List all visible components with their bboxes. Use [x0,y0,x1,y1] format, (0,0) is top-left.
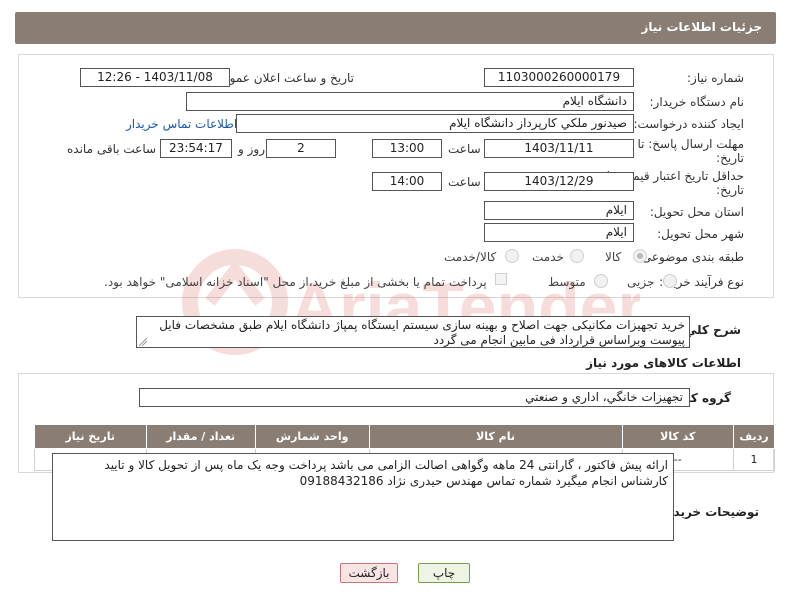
process-option-medium: متوسط [548,275,586,289]
treasury-payment-note: پرداخت تمام یا بخشی از مبلغ خرید،از محل … [104,275,487,289]
remaining-time-field: 23:54:17 [160,139,232,158]
buyer-contact-link[interactable]: اطلاعات تماس خریدار [126,117,237,131]
buyer-org-field: دانشگاه ایلام [186,92,634,111]
category-radio-service[interactable] [570,249,584,263]
buyer-notes-textarea[interactable]: ارائه پیش فاکتور ، گارانتی 24 ماهه وگواه… [52,453,674,541]
requester-label: ایجاد کننده درخواست: [633,117,744,131]
announce-label: تاریخ و ساعت اعلان عمومی: [209,71,354,85]
province-label: استان محل تحویل: [649,205,744,219]
category-radio-both[interactable] [505,249,519,263]
col-date: تاریخ نیاز [34,424,147,449]
process-option-minor: جزیی [627,275,655,289]
cell-row: 1 [733,448,775,471]
resize-grip-icon[interactable] [139,338,147,346]
category-option-both: کالا/خدمت [444,250,497,264]
deadline-label: مهلت ارسال پاسخ: تا [637,137,744,151]
description-text: خرید تجهیزات مکانیکی جهت اصلاح و بهینه س… [159,318,685,347]
col-row: ردیف [733,424,775,449]
category-label: طبقه بندی موضوعی: [637,250,744,264]
deadline-date-field: 1403/11/11 [484,139,634,158]
buyer-notes-text: ارائه پیش فاکتور ، گارانتی 24 ماهه وگواه… [104,458,668,488]
validity-time-label: ساعت [448,175,481,189]
days-remaining-field: 2 [266,139,336,158]
city-field: ایلام [484,223,634,242]
deadline-time-field: 13:00 [372,139,442,158]
requester-field: صیدنور ملکي کارپرداز دانشگاه ایلام [236,114,634,133]
announce-date-field: 1403/11/08 - 12:26 [80,68,230,87]
col-code: کد کالا [621,424,735,449]
col-qty: تعداد / مقدار [145,424,256,449]
validity-label-date: تاریخ: [716,183,744,197]
page-header: جزئیات اطلاعات نیاز [15,12,776,44]
deadline-time-label: ساعت [448,142,481,156]
days-label: روز و [238,142,265,156]
back-button[interactable]: بازگشت [340,563,398,583]
validity-time-field: 14:00 [372,172,442,191]
remaining-label: ساعت باقی مانده [67,142,157,156]
need-number-label: شماره نیاز: [687,71,744,85]
goods-section-title: اطلاعات کالاهای مورد نیاز [586,356,741,370]
goods-group-field: تجهیزات خانگي، اداري و صنعتي [139,388,690,407]
city-label: شهر محل تحویل: [657,227,744,241]
treasury-payment-checkbox[interactable] [495,273,507,285]
col-name: نام کالا [368,424,623,449]
process-radio-medium[interactable] [594,274,608,288]
category-radio-goods[interactable] [633,249,647,263]
deadline-label-date: تاریخ: [716,151,744,165]
need-number-field: 1103000260000179 [484,68,634,87]
province-field: ایلام [484,201,634,220]
validity-date-field: 1403/12/29 [484,172,634,191]
col-unit: واحد شمارش [254,424,370,449]
goods-table-header: ردیف کد کالا نام کالا واحد شمارش تعداد /… [34,424,775,449]
category-option-service: خدمت [532,250,564,264]
buyer-org-label: نام دستگاه خریدار: [649,95,745,109]
process-radio-minor[interactable] [663,274,677,288]
page-title: جزئیات اطلاعات نیاز [641,20,762,34]
description-textarea[interactable]: خرید تجهیزات مکانیکی جهت اصلاح و بهینه س… [136,316,690,348]
print-button[interactable]: چاپ [418,563,470,583]
category-option-goods: کالا [605,250,622,264]
